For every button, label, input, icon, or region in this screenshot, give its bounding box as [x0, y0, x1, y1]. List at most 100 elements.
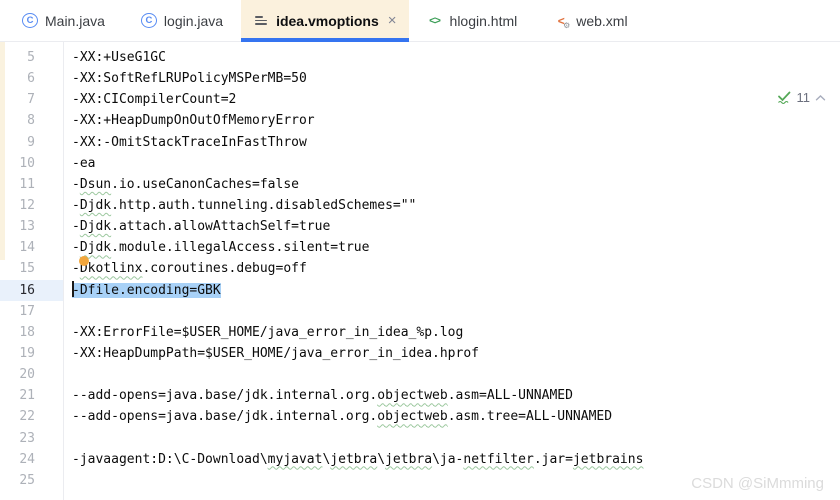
line-number[interactable]: 16 — [0, 280, 63, 301]
html-file-icon: <> — [427, 13, 443, 29]
code-text: - — [72, 219, 80, 234]
code-line[interactable] — [72, 301, 840, 322]
line-number[interactable]: 5 — [0, 47, 63, 68]
code-text: .io.useCanonCaches=false — [111, 177, 299, 192]
code-text: myjavat — [268, 452, 323, 467]
tab-label: Main.java — [45, 13, 105, 29]
code-text: Djdk — [80, 198, 111, 213]
line-number[interactable]: 22 — [0, 406, 63, 427]
code-text: -XX:ErrorFile=$USER_HOME/java_error_in_i… — [72, 325, 463, 340]
code-line[interactable]: -XX:CICompilerCount=2 — [72, 89, 840, 110]
code-text: -XX:+HeapDumpOnOutOfMemoryError — [72, 113, 315, 128]
chevron-up-icon[interactable] — [815, 94, 826, 102]
tab-label: hlogin.html — [450, 13, 518, 29]
code-text: --add-opens=java.base/jdk.internal.org. — [72, 409, 377, 424]
code-text: \ja- — [432, 452, 463, 467]
code-line[interactable]: -Djdk.http.auth.tunneling.disabledScheme… — [72, 195, 840, 216]
code-text: Djdk — [80, 240, 111, 255]
inspections-widget[interactable]: 11 — [777, 90, 827, 105]
selected-text: -Dfile.encoding=GBK — [72, 283, 221, 298]
watermark: CSDN @SiMmming — [691, 475, 824, 492]
code-line[interactable]: -XX:+UseG1GC — [72, 47, 840, 68]
gutter: 5678910111213141516171819202122232425 — [0, 42, 64, 500]
code-text: \ — [377, 452, 385, 467]
code-text: objectweb — [377, 388, 447, 403]
code-text: - — [72, 177, 80, 192]
code-text: - — [72, 261, 80, 276]
line-number[interactable]: 7 — [0, 89, 63, 110]
code-text: .asm.tree=ALL-UNNAMED — [448, 409, 612, 424]
line-number[interactable]: 10 — [0, 153, 63, 174]
code-text: .asm=ALL-UNNAMED — [448, 388, 573, 403]
code-text: .attach.allowAttachSelf=true — [111, 219, 330, 234]
code-text: .module.illegalAccess.silent=true — [111, 240, 369, 255]
code-text: -XX:HeapDumpPath=$USER_HOME/java_error_i… — [72, 346, 479, 361]
line-number[interactable]: 20 — [0, 364, 63, 385]
tab-idea-vmoptions[interactable]: idea.vmoptions × — [241, 0, 408, 41]
tab-web-xml[interactable]: <⚙ web.xml — [535, 0, 645, 41]
line-number[interactable]: 9 — [0, 132, 63, 153]
code-line[interactable]: --add-opens=java.base/jdk.internal.org.o… — [72, 385, 840, 406]
code-text: -XX:-OmitStackTraceInFastThrow — [72, 135, 307, 150]
code-text: Dsun — [80, 177, 111, 192]
code-area[interactable]: -XX:+UseG1GC -XX:SoftRefLRUPolicyMSPerMB=… — [64, 42, 840, 500]
code-line[interactable]: -Dsun.io.useCanonCaches=false — [72, 174, 840, 195]
code-line[interactable]: -Djdk.attach.allowAttachSelf=true — [72, 216, 840, 237]
code-line[interactable] — [72, 364, 840, 385]
tab-hlogin-html[interactable]: <> hlogin.html — [409, 0, 536, 41]
code-line[interactable]: -javaagent:D:\C-Download\myjavat\jetbra\… — [72, 449, 840, 470]
code-text: jetbra — [385, 452, 432, 467]
line-number[interactable]: 6 — [0, 68, 63, 89]
tab-login-java[interactable]: C login.java — [123, 0, 241, 41]
code-text: jetbrains — [573, 452, 643, 467]
line-number[interactable]: 15 — [0, 258, 63, 279]
text-file-icon — [253, 13, 269, 29]
gear-icon: ⚙ — [563, 21, 570, 30]
editor-tab-bar: C Main.java C login.java idea.vmoptions … — [0, 0, 840, 42]
code-line[interactable]: -XX:+HeapDumpOnOutOfMemoryError — [72, 110, 840, 131]
line-number[interactable]: 12 — [0, 195, 63, 216]
code-line[interactable]: -Dfile.encoding=GBK — [72, 280, 840, 301]
code-text: --add-opens=java.base/jdk.internal.org. — [72, 388, 377, 403]
code-text: objectweb — [377, 409, 447, 424]
code-line[interactable]: -Dkotlinx.coroutines.debug=off — [72, 258, 840, 279]
code-text: -XX:SoftRefLRUPolicyMSPerMB=50 — [72, 71, 307, 86]
code-text: .jar= — [534, 452, 573, 467]
inspections-count: 11 — [797, 90, 811, 105]
code-line[interactable]: -XX:-OmitStackTraceInFastThrow — [72, 132, 840, 153]
code-line[interactable]: -Djdk.module.illegalAccess.silent=true — [72, 237, 840, 258]
line-number[interactable]: 11 — [0, 174, 63, 195]
code-line[interactable]: -XX:HeapDumpPath=$USER_HOME/java_error_i… — [72, 343, 840, 364]
code-text: -ea — [72, 156, 95, 171]
code-line[interactable] — [72, 428, 840, 449]
code-line[interactable]: -ea — [72, 153, 840, 174]
tab-label: idea.vmoptions — [276, 13, 379, 29]
code-text: -javaagent:D:\C-Download\ — [72, 452, 268, 467]
line-number[interactable]: 13 — [0, 216, 63, 237]
code-text: Djdk — [80, 219, 111, 234]
code-line[interactable]: --add-opens=java.base/jdk.internal.org.o… — [72, 406, 840, 427]
code-line[interactable]: -XX:ErrorFile=$USER_HOME/java_error_in_i… — [72, 322, 840, 343]
code-line[interactable]: -XX:SoftRefLRUPolicyMSPerMB=50 — [72, 68, 840, 89]
java-class-icon: C — [141, 13, 157, 28]
tab-label: login.java — [164, 13, 223, 29]
tab-main-java[interactable]: C Main.java — [4, 0, 123, 41]
line-number[interactable]: 19 — [0, 343, 63, 364]
line-number[interactable]: 25 — [0, 470, 63, 491]
code-text: .coroutines.debug=off — [142, 261, 306, 276]
line-number[interactable]: 17 — [0, 301, 63, 322]
line-number[interactable]: 21 — [0, 385, 63, 406]
code-text: jetbra — [330, 452, 377, 467]
tab-label: web.xml — [576, 13, 627, 29]
line-number[interactable]: 18 — [0, 322, 63, 343]
line-number[interactable]: 24 — [0, 449, 63, 470]
code-text: - — [72, 240, 80, 255]
line-number[interactable]: 14 — [0, 237, 63, 258]
close-icon[interactable]: × — [388, 13, 397, 28]
line-number[interactable]: 23 — [0, 428, 63, 449]
code-text: .http.auth.tunneling.disabledSchemes="" — [111, 198, 416, 213]
left-accent-strip — [0, 42, 5, 260]
code-text: -XX:CICompilerCount=2 — [72, 92, 236, 107]
line-number[interactable]: 8 — [0, 110, 63, 131]
code-text: netfilter — [463, 452, 533, 467]
